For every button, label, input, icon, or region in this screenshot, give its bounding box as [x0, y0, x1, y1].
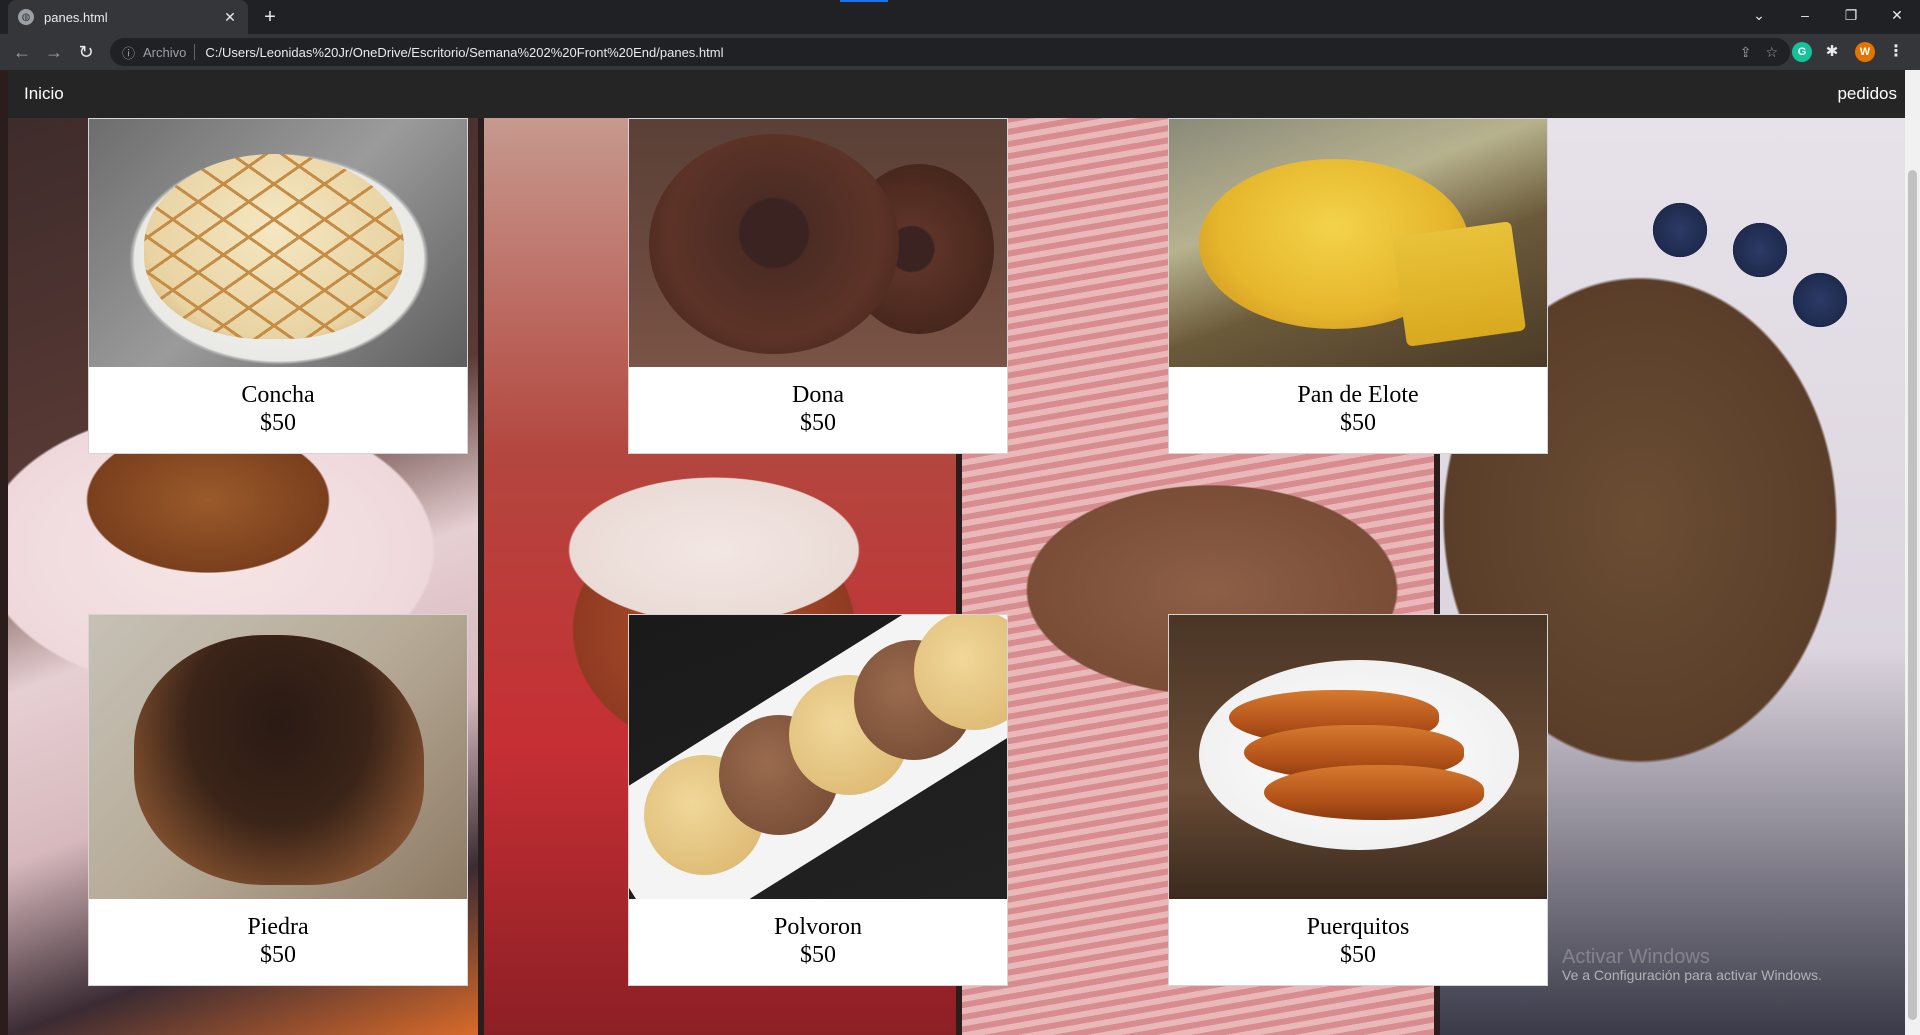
tab-search-icon[interactable]: ⌄	[1736, 0, 1782, 30]
address-bar[interactable]: ⓘ Archivo C:/Users/Leonidas%20Jr/OneDriv…	[110, 38, 1790, 66]
share-icon[interactable]: ⇪	[1740, 44, 1752, 61]
product-caption: Pan de Elote $50	[1169, 367, 1547, 453]
tab-title: panes.html	[44, 9, 108, 25]
scheme-label: Archivo	[143, 44, 187, 60]
product-price: $50	[260, 410, 296, 436]
product-price: $50	[800, 942, 836, 968]
page-scrollbar[interactable]	[1905, 70, 1920, 1035]
product-image-piedra	[89, 615, 467, 899]
extensions-puzzle-icon[interactable]: ✱	[1822, 42, 1842, 62]
close-tab-icon[interactable]: ✕	[222, 9, 238, 26]
tab-drag-indicator	[840, 0, 888, 2]
menu-kebab-icon[interactable]: ⋮	[1886, 42, 1906, 62]
info-icon[interactable]: ⓘ	[122, 43, 135, 62]
product-card[interactable]: Concha $50	[88, 118, 468, 454]
product-price: $50	[260, 942, 296, 968]
product-name: Piedra	[247, 914, 309, 940]
nav-link-pedidos[interactable]: pedidos	[1837, 84, 1897, 104]
windows-activation-watermark: Activar Windows Ve a Configuración para …	[1562, 946, 1822, 984]
forward-button[interactable]: →	[42, 40, 66, 64]
product-caption: Piedra $50	[89, 899, 467, 985]
minimize-button[interactable]: –	[1782, 0, 1828, 30]
browser-tab[interactable]: ◍ panes.html ✕	[8, 0, 248, 34]
product-name: Concha	[241, 382, 315, 408]
product-name: Pan de Elote	[1297, 382, 1419, 408]
product-card[interactable]: Puerquitos $50	[1168, 614, 1548, 986]
close-window-button[interactable]: ✕	[1874, 0, 1920, 30]
product-image-pan-de-elote	[1169, 119, 1547, 367]
product-card[interactable]: Piedra $50	[88, 614, 468, 986]
url-text[interactable]: C:/Users/Leonidas%20Jr/OneDrive/Escritor…	[205, 45, 1725, 60]
product-name: Dona	[792, 382, 844, 408]
product-caption: Concha $50	[89, 367, 467, 453]
product-card[interactable]: Polvoron $50	[628, 614, 1008, 986]
product-card[interactable]: Dona $50	[628, 118, 1008, 454]
product-image-polvoron	[629, 615, 1007, 899]
site-navbar: Inicio pedidos	[8, 70, 1905, 118]
nav-link-inicio[interactable]: Inicio	[24, 84, 64, 104]
product-image-puerquitos	[1169, 615, 1547, 899]
product-name: Puerquitos	[1306, 914, 1410, 940]
product-card[interactable]: Pan de Elote $50	[1168, 118, 1548, 454]
globe-icon: ◍	[18, 9, 34, 25]
product-caption: Polvoron $50	[629, 899, 1007, 985]
tab-strip: ◍ panes.html ✕ + ⌄ – ❐ ✕	[0, 0, 1920, 34]
product-price: $50	[800, 410, 836, 436]
page-viewport: Inicio pedidos Concha $50 Dona $50 Pan d…	[0, 70, 1920, 1035]
product-price: $50	[1340, 410, 1376, 436]
product-image-concha	[89, 119, 467, 367]
back-button[interactable]: ←	[10, 40, 34, 64]
product-caption: Dona $50	[629, 367, 1007, 453]
product-price: $50	[1340, 942, 1376, 968]
bookmark-star-icon[interactable]: ☆	[1765, 44, 1778, 61]
watermark-subtitle: Ve a Configuración para activar Windows.	[1562, 967, 1822, 983]
watermark-title: Activar Windows	[1562, 946, 1710, 968]
product-image-dona	[629, 119, 1007, 367]
restore-button[interactable]: ❐	[1828, 0, 1874, 30]
profile-avatar[interactable]: W	[1855, 42, 1875, 62]
reload-button[interactable]: ↻	[74, 40, 98, 64]
product-name: Polvoron	[773, 914, 862, 940]
new-tab-button[interactable]: +	[258, 5, 282, 29]
browser-toolbar: ← → ↻ ⓘ Archivo C:/Users/Leonidas%20Jr/O…	[0, 34, 1920, 70]
product-caption: Puerquitos $50	[1169, 899, 1547, 985]
scrollbar-thumb[interactable]	[1908, 170, 1917, 1020]
address-separator	[194, 44, 196, 60]
grammarly-extension-icon[interactable]: G	[1792, 42, 1812, 62]
